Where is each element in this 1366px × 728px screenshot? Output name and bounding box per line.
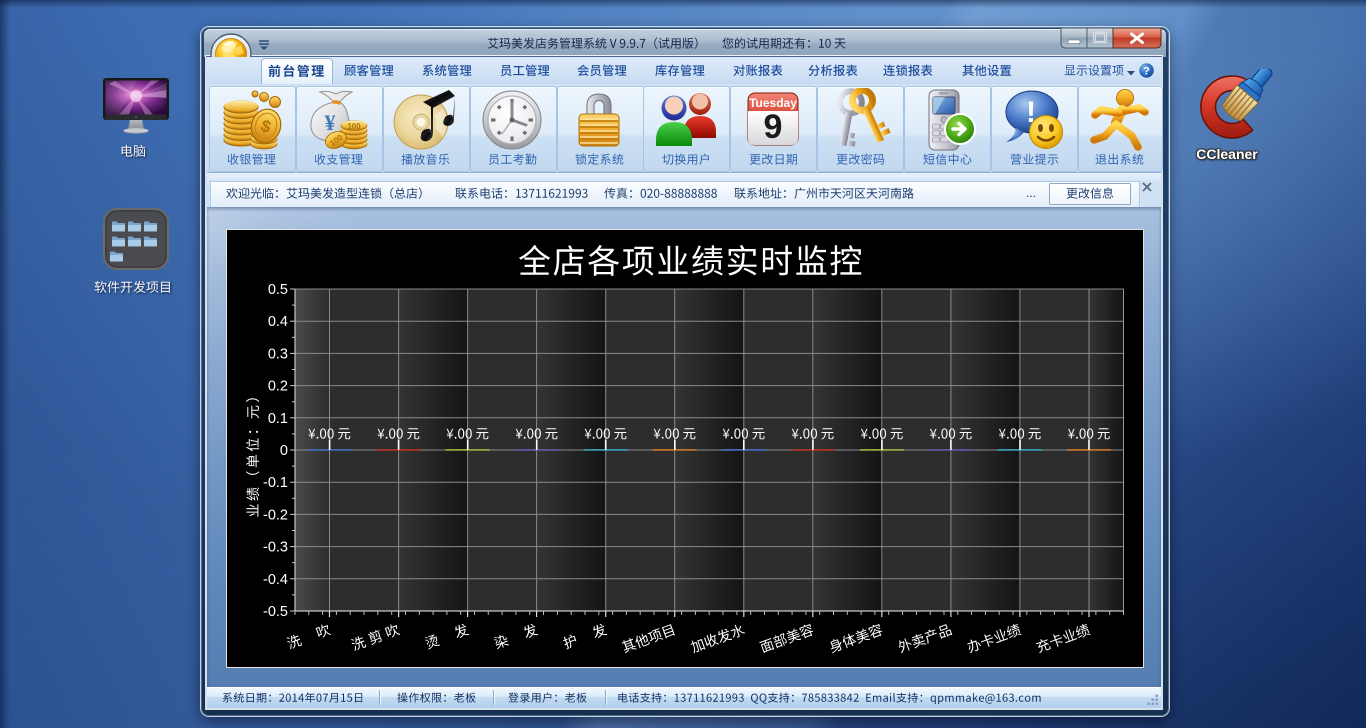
- svg-text:100: 100: [348, 122, 362, 131]
- svg-text:¥: ¥: [325, 110, 336, 135]
- svg-text:?: ?: [1143, 66, 1150, 78]
- svg-text:9: 9: [763, 108, 782, 146]
